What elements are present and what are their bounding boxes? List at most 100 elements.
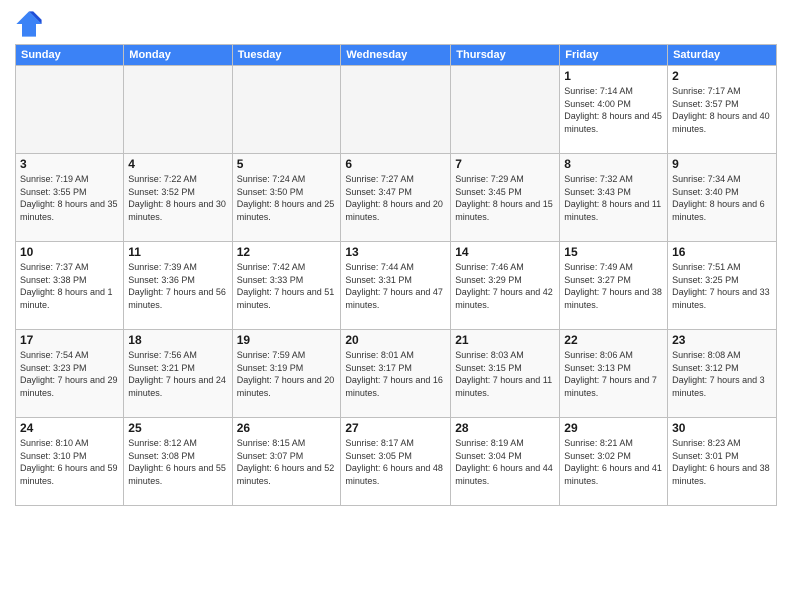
day-cell: 23 Sunrise: 8:08 AM Sunset: 3:12 PM Dayl… [668, 330, 777, 418]
day-cell: 10 Sunrise: 7:37 AM Sunset: 3:38 PM Dayl… [16, 242, 124, 330]
sunset: Sunset: 3:01 PM [672, 451, 739, 461]
sunrise: Sunrise: 8:12 AM [128, 438, 197, 448]
day-number: 8 [564, 157, 663, 171]
day-info: Sunrise: 7:34 AM Sunset: 3:40 PM Dayligh… [672, 173, 772, 223]
daylight: Daylight: 8 hours and 1 minute. [20, 287, 113, 310]
sunset: Sunset: 3:21 PM [128, 363, 195, 373]
sunset: Sunset: 3:29 PM [455, 275, 522, 285]
day-cell: 6 Sunrise: 7:27 AM Sunset: 3:47 PM Dayli… [341, 154, 451, 242]
day-number: 29 [564, 421, 663, 435]
day-cell: 9 Sunrise: 7:34 AM Sunset: 3:40 PM Dayli… [668, 154, 777, 242]
day-cell: 30 Sunrise: 8:23 AM Sunset: 3:01 PM Dayl… [668, 418, 777, 506]
sunrise: Sunrise: 8:23 AM [672, 438, 741, 448]
sunset: Sunset: 3:17 PM [345, 363, 412, 373]
day-number: 26 [237, 421, 337, 435]
day-number: 5 [237, 157, 337, 171]
day-info: Sunrise: 8:01 AM Sunset: 3:17 PM Dayligh… [345, 349, 446, 399]
logo [15, 10, 47, 38]
sunset: Sunset: 3:47 PM [345, 187, 412, 197]
day-info: Sunrise: 8:17 AM Sunset: 3:05 PM Dayligh… [345, 437, 446, 487]
day-cell: 8 Sunrise: 7:32 AM Sunset: 3:43 PM Dayli… [560, 154, 668, 242]
sunrise: Sunrise: 7:22 AM [128, 174, 197, 184]
day-info: Sunrise: 7:54 AM Sunset: 3:23 PM Dayligh… [20, 349, 119, 399]
day-info: Sunrise: 7:24 AM Sunset: 3:50 PM Dayligh… [237, 173, 337, 223]
daylight: Daylight: 7 hours and 29 minutes. [20, 375, 118, 398]
sunset: Sunset: 3:07 PM [237, 451, 304, 461]
day-cell: 20 Sunrise: 8:01 AM Sunset: 3:17 PM Dayl… [341, 330, 451, 418]
day-cell: 25 Sunrise: 8:12 AM Sunset: 3:08 PM Dayl… [124, 418, 232, 506]
sunset: Sunset: 3:38 PM [20, 275, 87, 285]
day-cell: 2 Sunrise: 7:17 AM Sunset: 3:57 PM Dayli… [668, 66, 777, 154]
day-info: Sunrise: 7:59 AM Sunset: 3:19 PM Dayligh… [237, 349, 337, 399]
weekday-header-friday: Friday [560, 45, 668, 66]
daylight: Daylight: 7 hours and 24 minutes. [128, 375, 226, 398]
day-number: 20 [345, 333, 446, 347]
day-cell: 3 Sunrise: 7:19 AM Sunset: 3:55 PM Dayli… [16, 154, 124, 242]
day-number: 19 [237, 333, 337, 347]
header [15, 10, 777, 38]
day-cell: 27 Sunrise: 8:17 AM Sunset: 3:05 PM Dayl… [341, 418, 451, 506]
day-number: 7 [455, 157, 555, 171]
sunrise: Sunrise: 8:10 AM [20, 438, 89, 448]
sunset: Sunset: 3:12 PM [672, 363, 739, 373]
sunrise: Sunrise: 7:34 AM [672, 174, 741, 184]
daylight: Daylight: 6 hours and 59 minutes. [20, 463, 118, 486]
daylight: Daylight: 7 hours and 33 minutes. [672, 287, 770, 310]
daylight: Daylight: 6 hours and 41 minutes. [564, 463, 662, 486]
day-cell: 21 Sunrise: 8:03 AM Sunset: 3:15 PM Dayl… [451, 330, 560, 418]
daylight: Daylight: 7 hours and 38 minutes. [564, 287, 662, 310]
day-number: 30 [672, 421, 772, 435]
sunset: Sunset: 3:23 PM [20, 363, 87, 373]
day-info: Sunrise: 7:37 AM Sunset: 3:38 PM Dayligh… [20, 261, 119, 311]
day-number: 23 [672, 333, 772, 347]
page-container: SundayMondayTuesdayWednesdayThursdayFrid… [0, 0, 792, 612]
sunrise: Sunrise: 7:46 AM [455, 262, 524, 272]
day-info: Sunrise: 7:14 AM Sunset: 4:00 PM Dayligh… [564, 85, 663, 135]
day-info: Sunrise: 7:44 AM Sunset: 3:31 PM Dayligh… [345, 261, 446, 311]
weekday-header-monday: Monday [124, 45, 232, 66]
sunrise: Sunrise: 7:51 AM [672, 262, 741, 272]
day-cell: 18 Sunrise: 7:56 AM Sunset: 3:21 PM Dayl… [124, 330, 232, 418]
day-cell: 22 Sunrise: 8:06 AM Sunset: 3:13 PM Dayl… [560, 330, 668, 418]
week-row-5: 24 Sunrise: 8:10 AM Sunset: 3:10 PM Dayl… [16, 418, 777, 506]
day-number: 9 [672, 157, 772, 171]
daylight: Daylight: 7 hours and 47 minutes. [345, 287, 443, 310]
sunrise: Sunrise: 7:27 AM [345, 174, 414, 184]
day-cell: 24 Sunrise: 8:10 AM Sunset: 3:10 PM Dayl… [16, 418, 124, 506]
daylight: Daylight: 8 hours and 6 minutes. [672, 199, 765, 222]
sunrise: Sunrise: 7:56 AM [128, 350, 197, 360]
day-cell: 26 Sunrise: 8:15 AM Sunset: 3:07 PM Dayl… [232, 418, 341, 506]
sunrise: Sunrise: 7:29 AM [455, 174, 524, 184]
daylight: Daylight: 8 hours and 35 minutes. [20, 199, 118, 222]
daylight: Daylight: 6 hours and 38 minutes. [672, 463, 770, 486]
day-info: Sunrise: 8:19 AM Sunset: 3:04 PM Dayligh… [455, 437, 555, 487]
day-info: Sunrise: 8:06 AM Sunset: 3:13 PM Dayligh… [564, 349, 663, 399]
sunset: Sunset: 3:36 PM [128, 275, 195, 285]
daylight: Daylight: 8 hours and 40 minutes. [672, 111, 770, 134]
day-info: Sunrise: 7:17 AM Sunset: 3:57 PM Dayligh… [672, 85, 772, 135]
day-info: Sunrise: 7:27 AM Sunset: 3:47 PM Dayligh… [345, 173, 446, 223]
week-row-2: 3 Sunrise: 7:19 AM Sunset: 3:55 PM Dayli… [16, 154, 777, 242]
day-cell: 19 Sunrise: 7:59 AM Sunset: 3:19 PM Dayl… [232, 330, 341, 418]
day-cell: 1 Sunrise: 7:14 AM Sunset: 4:00 PM Dayli… [560, 66, 668, 154]
week-row-1: 1 Sunrise: 7:14 AM Sunset: 4:00 PM Dayli… [16, 66, 777, 154]
sunrise: Sunrise: 8:19 AM [455, 438, 524, 448]
day-cell: 5 Sunrise: 7:24 AM Sunset: 3:50 PM Dayli… [232, 154, 341, 242]
sunrise: Sunrise: 7:32 AM [564, 174, 633, 184]
sunset: Sunset: 3:33 PM [237, 275, 304, 285]
daylight: Daylight: 6 hours and 44 minutes. [455, 463, 553, 486]
day-number: 12 [237, 245, 337, 259]
sunrise: Sunrise: 7:42 AM [237, 262, 306, 272]
day-info: Sunrise: 7:49 AM Sunset: 3:27 PM Dayligh… [564, 261, 663, 311]
sunset: Sunset: 3:25 PM [672, 275, 739, 285]
day-cell: 13 Sunrise: 7:44 AM Sunset: 3:31 PM Dayl… [341, 242, 451, 330]
daylight: Daylight: 8 hours and 45 minutes. [564, 111, 662, 134]
sunset: Sunset: 3:15 PM [455, 363, 522, 373]
day-info: Sunrise: 8:23 AM Sunset: 3:01 PM Dayligh… [672, 437, 772, 487]
sunset: Sunset: 4:00 PM [564, 99, 631, 109]
day-info: Sunrise: 7:19 AM Sunset: 3:55 PM Dayligh… [20, 173, 119, 223]
sunset: Sunset: 3:50 PM [237, 187, 304, 197]
daylight: Daylight: 7 hours and 42 minutes. [455, 287, 553, 310]
daylight: Daylight: 6 hours and 48 minutes. [345, 463, 443, 486]
weekday-header-thursday: Thursday [451, 45, 560, 66]
